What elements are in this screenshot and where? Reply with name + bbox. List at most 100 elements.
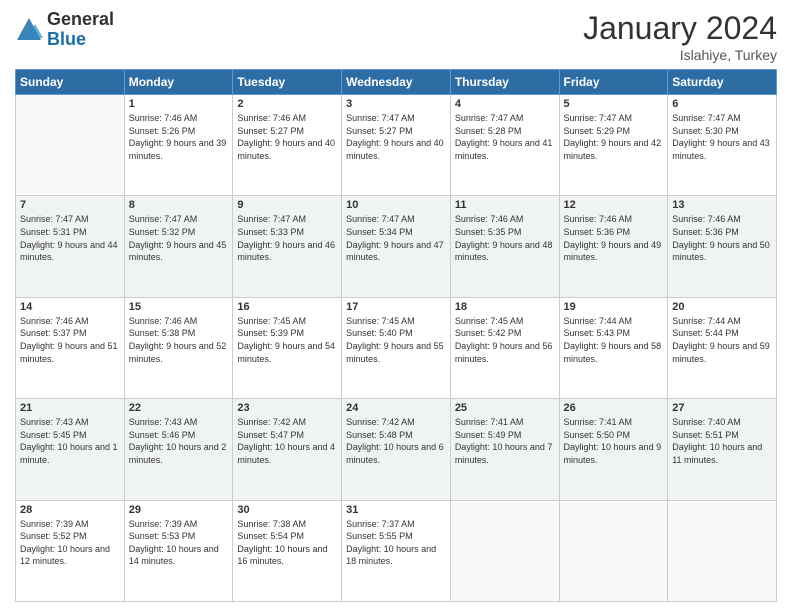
- calendar-cell: 9 Sunrise: 7:47 AMSunset: 5:33 PMDaylight…: [233, 196, 342, 297]
- calendar-cell: 16 Sunrise: 7:45 AMSunset: 5:39 PMDayligh…: [233, 297, 342, 398]
- day-info: Sunrise: 7:45 AMSunset: 5:39 PMDaylight:…: [237, 315, 337, 365]
- day-number: 4: [455, 98, 555, 110]
- day-number: 13: [672, 199, 772, 211]
- day-number: 21: [20, 402, 120, 414]
- day-info: Sunrise: 7:41 AMSunset: 5:49 PMDaylight:…: [455, 416, 555, 466]
- day-number: 8: [129, 199, 229, 211]
- day-info: Sunrise: 7:47 AMSunset: 5:28 PMDaylight:…: [455, 112, 555, 162]
- day-number: 9: [237, 199, 337, 211]
- day-info: Sunrise: 7:45 AMSunset: 5:40 PMDaylight:…: [346, 315, 446, 365]
- calendar-cell: 31 Sunrise: 7:37 AMSunset: 5:55 PMDayligh…: [342, 500, 451, 601]
- day-number: 2: [237, 98, 337, 110]
- day-info: Sunrise: 7:46 AMSunset: 5:26 PMDaylight:…: [129, 112, 229, 162]
- day-number: 22: [129, 402, 229, 414]
- location-subtitle: Islahiye, Turkey: [583, 47, 777, 63]
- calendar-cell: 25 Sunrise: 7:41 AMSunset: 5:49 PMDayligh…: [450, 399, 559, 500]
- calendar-cell: 24 Sunrise: 7:42 AMSunset: 5:48 PMDayligh…: [342, 399, 451, 500]
- calendar-cell: [668, 500, 777, 601]
- day-info: Sunrise: 7:40 AMSunset: 5:51 PMDaylight:…: [672, 416, 772, 466]
- day-info: Sunrise: 7:45 AMSunset: 5:42 PMDaylight:…: [455, 315, 555, 365]
- calendar-cell: 10Sunrise: 7:47 AMSunset: 5:34 PMDayligh…: [342, 196, 451, 297]
- calendar-cell: 30 Sunrise: 7:38 AMSunset: 5:54 PMDayligh…: [233, 500, 342, 601]
- day-info: Sunrise: 7:38 AMSunset: 5:54 PMDaylight:…: [237, 518, 337, 568]
- calendar-cell: 28Sunrise: 7:39 AMSunset: 5:52 PMDayligh…: [16, 500, 125, 601]
- day-info: Sunrise: 7:44 AMSunset: 5:43 PMDaylight:…: [564, 315, 664, 365]
- calendar-header-row: SundayMondayTuesdayWednesdayThursdayFrid…: [16, 70, 777, 95]
- weekday-header-thursday: Thursday: [450, 70, 559, 95]
- weekday-header-wednesday: Wednesday: [342, 70, 451, 95]
- calendar-cell: 27 Sunrise: 7:40 AMSunset: 5:51 PMDayligh…: [668, 399, 777, 500]
- day-number: 19: [564, 301, 664, 313]
- day-number: 16: [237, 301, 337, 313]
- calendar-cell: 15Sunrise: 7:46 AMSunset: 5:38 PMDayligh…: [124, 297, 233, 398]
- calendar-cell: 17Sunrise: 7:45 AMSunset: 5:40 PMDayligh…: [342, 297, 451, 398]
- day-number: 20: [672, 301, 772, 313]
- weekday-header-friday: Friday: [559, 70, 668, 95]
- calendar-week-row: 28Sunrise: 7:39 AMSunset: 5:52 PMDayligh…: [16, 500, 777, 601]
- day-info: Sunrise: 7:43 AMSunset: 5:45 PMDaylight:…: [20, 416, 120, 466]
- day-info: Sunrise: 7:46 AMSunset: 5:36 PMDaylight:…: [672, 213, 772, 263]
- day-number: 27: [672, 402, 772, 414]
- weekday-header-saturday: Saturday: [668, 70, 777, 95]
- day-info: Sunrise: 7:44 AMSunset: 5:44 PMDaylight:…: [672, 315, 772, 365]
- day-info: Sunrise: 7:42 AMSunset: 5:48 PMDaylight:…: [346, 416, 446, 466]
- calendar-cell: [450, 500, 559, 601]
- day-info: Sunrise: 7:42 AMSunset: 5:47 PMDaylight:…: [237, 416, 337, 466]
- calendar-cell: 8 Sunrise: 7:47 AMSunset: 5:32 PMDaylight…: [124, 196, 233, 297]
- day-info: Sunrise: 7:37 AMSunset: 5:55 PMDaylight:…: [346, 518, 446, 568]
- day-info: Sunrise: 7:47 AMSunset: 5:34 PMDaylight:…: [346, 213, 446, 263]
- day-number: 28: [20, 504, 120, 516]
- day-number: 1: [129, 98, 229, 110]
- day-number: 30: [237, 504, 337, 516]
- calendar-cell: 22 Sunrise: 7:43 AMSunset: 5:46 PMDayligh…: [124, 399, 233, 500]
- calendar-table: SundayMondayTuesdayWednesdayThursdayFrid…: [15, 69, 777, 602]
- day-number: 14: [20, 301, 120, 313]
- calendar-cell: 6 Sunrise: 7:47 AMSunset: 5:30 PMDaylight…: [668, 95, 777, 196]
- day-number: 24: [346, 402, 446, 414]
- calendar-cell: 29Sunrise: 7:39 AMSunset: 5:53 PMDayligh…: [124, 500, 233, 601]
- calendar-cell: 11Sunrise: 7:46 AMSunset: 5:35 PMDayligh…: [450, 196, 559, 297]
- month-title: January 2024: [583, 10, 777, 47]
- calendar-cell: 26 Sunrise: 7:41 AMSunset: 5:50 PMDayligh…: [559, 399, 668, 500]
- calendar-cell: 14Sunrise: 7:46 AMSunset: 5:37 PMDayligh…: [16, 297, 125, 398]
- day-number: 3: [346, 98, 446, 110]
- calendar-cell: [16, 95, 125, 196]
- calendar-cell: 2 Sunrise: 7:46 AMSunset: 5:27 PMDaylight…: [233, 95, 342, 196]
- day-info: Sunrise: 7:47 AMSunset: 5:33 PMDaylight:…: [237, 213, 337, 263]
- logo-icon: [15, 16, 43, 44]
- title-block: January 2024 Islahiye, Turkey: [583, 10, 777, 63]
- day-number: 12: [564, 199, 664, 211]
- day-info: Sunrise: 7:47 AMSunset: 5:32 PMDaylight:…: [129, 213, 229, 263]
- calendar-week-row: 1 Sunrise: 7:46 AMSunset: 5:26 PMDaylight…: [16, 95, 777, 196]
- calendar-cell: [559, 500, 668, 601]
- calendar-week-row: 14Sunrise: 7:46 AMSunset: 5:37 PMDayligh…: [16, 297, 777, 398]
- header: General Blue January 2024 Islahiye, Turk…: [15, 10, 777, 63]
- calendar-cell: 3 Sunrise: 7:47 AMSunset: 5:27 PMDaylight…: [342, 95, 451, 196]
- day-number: 31: [346, 504, 446, 516]
- calendar-cell: 13 Sunrise: 7:46 AMSunset: 5:36 PMDayligh…: [668, 196, 777, 297]
- logo-blue-text: Blue: [47, 29, 86, 49]
- day-number: 18: [455, 301, 555, 313]
- day-info: Sunrise: 7:47 AMSunset: 5:27 PMDaylight:…: [346, 112, 446, 162]
- day-info: Sunrise: 7:41 AMSunset: 5:50 PMDaylight:…: [564, 416, 664, 466]
- calendar-cell: 19 Sunrise: 7:44 AMSunset: 5:43 PMDayligh…: [559, 297, 668, 398]
- page: General Blue January 2024 Islahiye, Turk…: [0, 0, 792, 612]
- day-number: 7: [20, 199, 120, 211]
- logo: General Blue: [15, 10, 114, 50]
- calendar-cell: 12Sunrise: 7:46 AMSunset: 5:36 PMDayligh…: [559, 196, 668, 297]
- logo-general-text: General: [47, 9, 114, 29]
- day-info: Sunrise: 7:47 AMSunset: 5:30 PMDaylight:…: [672, 112, 772, 162]
- day-number: 11: [455, 199, 555, 211]
- weekday-header-sunday: Sunday: [16, 70, 125, 95]
- day-info: Sunrise: 7:43 AMSunset: 5:46 PMDaylight:…: [129, 416, 229, 466]
- logo-text: General Blue: [47, 10, 114, 50]
- day-number: 25: [455, 402, 555, 414]
- day-number: 26: [564, 402, 664, 414]
- day-number: 23: [237, 402, 337, 414]
- day-info: Sunrise: 7:47 AMSunset: 5:29 PMDaylight:…: [564, 112, 664, 162]
- day-number: 6: [672, 98, 772, 110]
- calendar-week-row: 21 Sunrise: 7:43 AMSunset: 5:45 PMDayligh…: [16, 399, 777, 500]
- day-number: 15: [129, 301, 229, 313]
- calendar-cell: 5Sunrise: 7:47 AMSunset: 5:29 PMDaylight…: [559, 95, 668, 196]
- day-info: Sunrise: 7:46 AMSunset: 5:27 PMDaylight:…: [237, 112, 337, 162]
